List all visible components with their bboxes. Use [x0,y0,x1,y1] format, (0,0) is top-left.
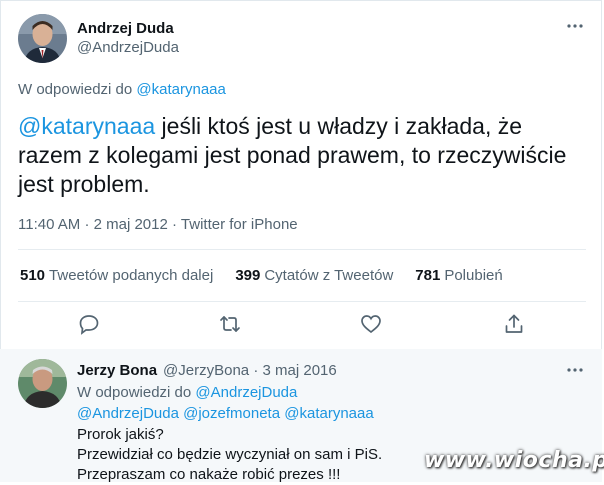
tweet-source[interactable]: Twitter for iPhone [181,216,298,233]
likes-label: Polubień [444,267,503,284]
reply-text-line: Prorok jakiś? [77,426,164,443]
tweet-date[interactable]: 2 maj 2012 [94,216,168,233]
reply-author-avatar[interactable] [18,359,67,408]
divider [18,249,586,250]
reply-author-name[interactable]: Jerzy Bona [77,362,157,379]
mention-link[interactable]: @AndrzejDuda [77,405,179,422]
reply-prefix: W odpowiedzi do [77,384,192,401]
tweet-text: @katarynaaa jeśli ktoś jest u władzy i z… [18,112,588,199]
reply-context: W odpowiedzi do @katarynaaa [18,81,226,98]
divider [18,301,586,302]
like-icon[interactable] [360,313,382,335]
retweets-label: Tweetów podanych dalej [49,267,214,284]
reply-header: Jerzy Bona @JerzyBona · 3 maj 2016 [77,362,337,379]
author-avatar[interactable] [18,14,67,63]
likes-stat[interactable]: 781 Polubień [415,267,502,284]
tweet-time[interactable]: 11:40 AM [18,216,80,233]
quotes-count: 399 [235,267,261,284]
author-handle[interactable]: @AndrzejDuda [77,39,179,56]
reply-separator: · [253,362,259,379]
mention-link[interactable]: @jozefmoneta [183,405,280,422]
reply-to-link[interactable]: @katarynaaa [136,81,225,98]
tweet-meta: 11:40 AM · 2 maj 2012 · Twitter for iPho… [18,216,298,233]
likes-count: 781 [415,267,441,284]
author-name[interactable]: Andrzej Duda [77,20,174,37]
mention-link[interactable]: @katarynaaa [18,113,155,139]
reply-more-options-icon[interactable] [565,362,585,378]
reply-icon[interactable] [78,313,100,335]
mention-link[interactable]: @katarynaaa [284,405,373,422]
reply-date[interactable]: 3 maj 2016 [263,362,337,379]
tweet-stats: 510 Tweetów podanych dalej 399 Cytatów z T… [20,267,525,284]
meta-separator: · [172,216,177,233]
reply-mentions: @AndrzejDuda @jozefmoneta @katarynaaa [77,404,374,424]
more-options-icon[interactable] [565,18,585,34]
reply-prefix: W odpowiedzi do [18,81,133,98]
site-watermark: www.wiocha.pl [424,448,604,473]
share-icon[interactable] [503,313,525,335]
reply-author-handle[interactable]: @JerzyBona [163,362,249,379]
quotes-label: Cytatów z Tweetów [264,267,394,284]
reply-text-line: Przepraszam co nakaże robić prezes !!! [77,466,341,483]
retweet-icon[interactable] [219,313,241,335]
retweets-count: 510 [20,267,46,284]
meta-separator: · [84,216,90,233]
reply-text-line: Przewidział co będzie wyczyniał on sam i… [77,446,383,463]
quotes-stat[interactable]: 399 Cytatów z Tweetów [235,267,393,284]
reply-to-link[interactable]: @AndrzejDuda [195,384,297,401]
retweets-stat[interactable]: 510 Tweetów podanych dalej [20,267,213,284]
reply-context: W odpowiedzi do @AndrzejDuda [77,383,297,403]
